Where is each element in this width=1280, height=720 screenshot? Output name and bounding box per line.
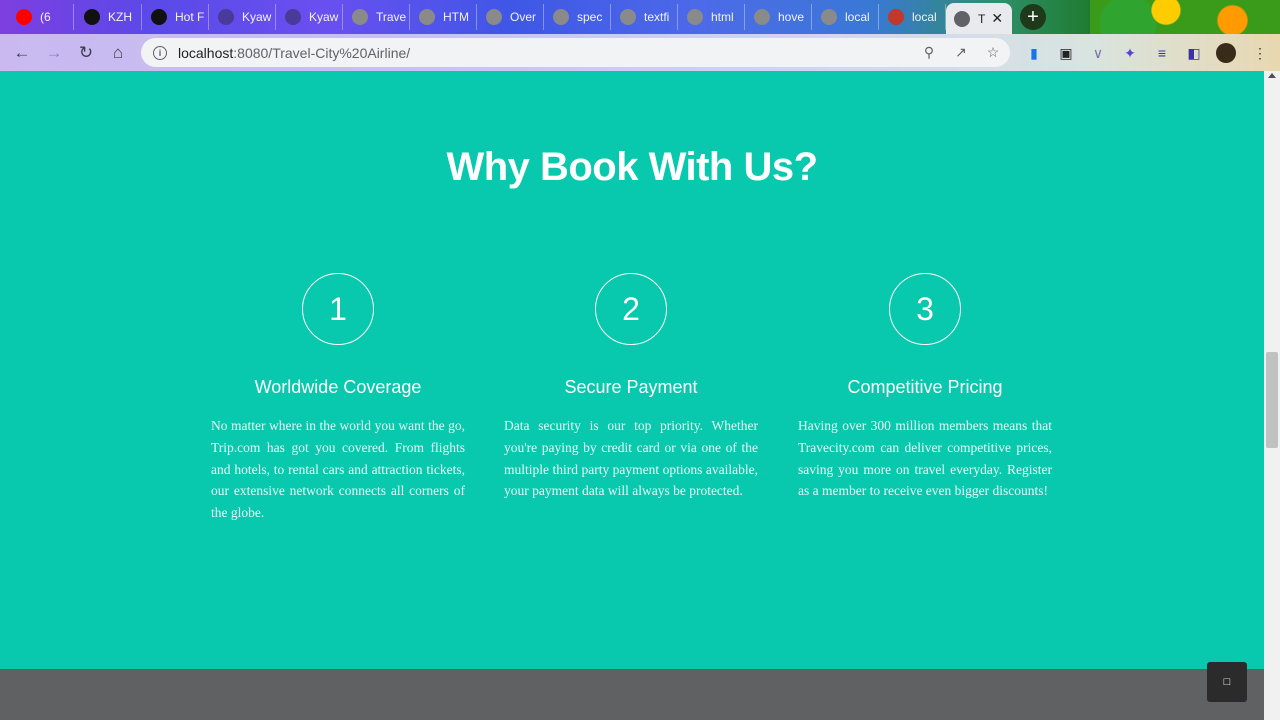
tab-label: Trave: [376, 10, 407, 24]
menu-kebab-icon[interactable]: ⋮: [1250, 43, 1270, 63]
scroll-up-arrow-icon[interactable]: [1268, 73, 1276, 78]
extension-v-icon[interactable]: ∨: [1088, 43, 1108, 63]
browser-tab[interactable]: T ✕: [946, 3, 1012, 34]
globe-icon: [486, 9, 502, 25]
theme-background: [1090, 0, 1280, 34]
browser-tab[interactable]: HTM: [411, 4, 477, 30]
bookmark-star-icon[interactable]: ☆: [984, 43, 1002, 61]
tab-label: Kyaw: [309, 10, 339, 24]
tab-label: hove: [778, 10, 805, 24]
tab-label: KZH: [108, 10, 132, 24]
feature-card-pricing: 3 Competitive Pricing Having over 300 mi…: [798, 273, 1052, 502]
browser-tab[interactable]: Over: [478, 4, 544, 30]
home-button[interactable]: ⌂: [107, 42, 129, 64]
github-icon: [84, 9, 100, 25]
k-logo-icon: [218, 9, 234, 25]
arrow-right-icon: →: [45, 43, 63, 62]
url-path: :8080/Travel-City%20Airline/: [233, 44, 411, 61]
new-tab-button[interactable]: +: [1019, 4, 1047, 30]
scrollbar-thumb[interactable]: [1266, 352, 1278, 448]
reload-button[interactable]: ↻: [75, 42, 97, 64]
browser-tab[interactable]: hove: [746, 4, 812, 30]
tab-label: T: [978, 11, 986, 26]
browser-tab[interactable]: local: [880, 4, 946, 30]
scroll-top-button[interactable]: □: [1207, 662, 1247, 702]
page-scrollbar[interactable]: [1264, 71, 1280, 720]
extension-dark-icon[interactable]: ▣: [1056, 43, 1076, 63]
page-viewport: Why Book With Us? 1 Worldwide Coverage N…: [0, 71, 1264, 720]
tab-label: html: [711, 10, 734, 24]
browser-tab[interactable]: html: [679, 4, 745, 30]
browser-tab[interactable]: Kyaw: [277, 4, 343, 30]
tab-label: Kyaw: [242, 10, 272, 24]
browser-tab[interactable]: spec: [545, 4, 611, 30]
feature-heading: Secure Payment: [564, 377, 698, 397]
reading-list-icon[interactable]: ≡: [1152, 43, 1172, 63]
globe-icon: [553, 9, 569, 25]
feature-number-badge: 1: [302, 273, 374, 345]
browser-tab[interactable]: Trave: [344, 4, 410, 30]
tab-label: Over: [510, 10, 537, 24]
feature-heading: Worldwide Coverage: [254, 377, 422, 397]
url-text[interactable]: localhost:8080/Travel-City%20Airline/: [178, 45, 410, 61]
plus-icon: +: [1020, 4, 1046, 30]
tab-label: HTM: [443, 10, 469, 24]
section-title: Why Book With Us?: [446, 145, 818, 189]
globe-icon: [419, 9, 435, 25]
feature-heading: Competitive Pricing: [847, 377, 1003, 397]
browser-toolbar: ← → ↻ ⌂ i localhost:8080/Travel-City%20A…: [0, 34, 1280, 71]
browser-tab[interactable]: Hot F: [143, 4, 209, 30]
reload-icon: ↻: [78, 43, 94, 62]
tab-label: textfi: [644, 10, 670, 24]
globe-icon: [687, 9, 703, 25]
image-icon: [888, 9, 904, 25]
globe-icon: [954, 10, 970, 27]
feature-card-worldwide: 1 Worldwide Coverage No matter where in …: [211, 273, 465, 524]
browser-tab[interactable]: KZH: [76, 4, 142, 30]
youtube-icon: [16, 9, 32, 25]
home-icon: ⌂: [112, 43, 124, 62]
address-bar[interactable]: i localhost:8080/Travel-City%20Airline/ …: [141, 38, 1010, 67]
browser-tab[interactable]: textfi: [612, 4, 678, 30]
extensions-puzzle-icon[interactable]: ✦: [1120, 43, 1140, 63]
tab-label: Hot F: [175, 10, 205, 24]
tab-label: local: [912, 10, 937, 24]
profile-avatar[interactable]: [1216, 43, 1236, 63]
tab-label: (6: [40, 10, 51, 24]
browser-tab[interactable]: (6: [8, 4, 74, 30]
url-host: localhost: [178, 44, 234, 61]
browser-tab[interactable]: local: [813, 4, 879, 30]
browser-tab[interactable]: Kyaw: [210, 4, 276, 30]
circle-logo-icon: [151, 9, 167, 25]
footer-section: [0, 669, 1264, 720]
extension-reader-icon[interactable]: ▮: [1024, 43, 1044, 63]
globe-icon: [754, 9, 770, 25]
feature-card-payment: 2 Secure Payment Data security is our to…: [504, 273, 758, 502]
feature-description: Data security is our top priority. Wheth…: [504, 418, 758, 499]
share-icon[interactable]: ↗: [952, 43, 970, 61]
globe-icon: [352, 9, 368, 25]
globe-icon: [620, 9, 636, 25]
tab-strip: (6 KZH Hot F Kyaw Kyaw Trave HTM Over spec textfi…: [0, 0, 1280, 34]
feature-description: Having over 300 million members means th…: [798, 418, 1052, 499]
feature-number-badge: 2: [595, 273, 667, 345]
k-logo-icon: [285, 9, 301, 25]
globe-icon: [821, 9, 837, 25]
info-icon[interactable]: i: [153, 45, 167, 60]
feature-number-badge: 3: [889, 273, 961, 345]
forward-button[interactable]: →: [43, 42, 65, 64]
arrow-left-icon: ←: [13, 43, 31, 62]
feature-description: No matter where in the world you want th…: [211, 418, 465, 521]
back-button[interactable]: ←: [11, 42, 33, 64]
zoom-icon[interactable]: ⚲: [920, 43, 938, 61]
tab-label: spec: [577, 10, 603, 24]
side-panel-icon[interactable]: ◧: [1184, 43, 1204, 63]
tab-label: local: [845, 10, 870, 24]
close-tab-icon[interactable]: ✕: [991, 10, 1003, 27]
square-icon: □: [1223, 676, 1231, 688]
